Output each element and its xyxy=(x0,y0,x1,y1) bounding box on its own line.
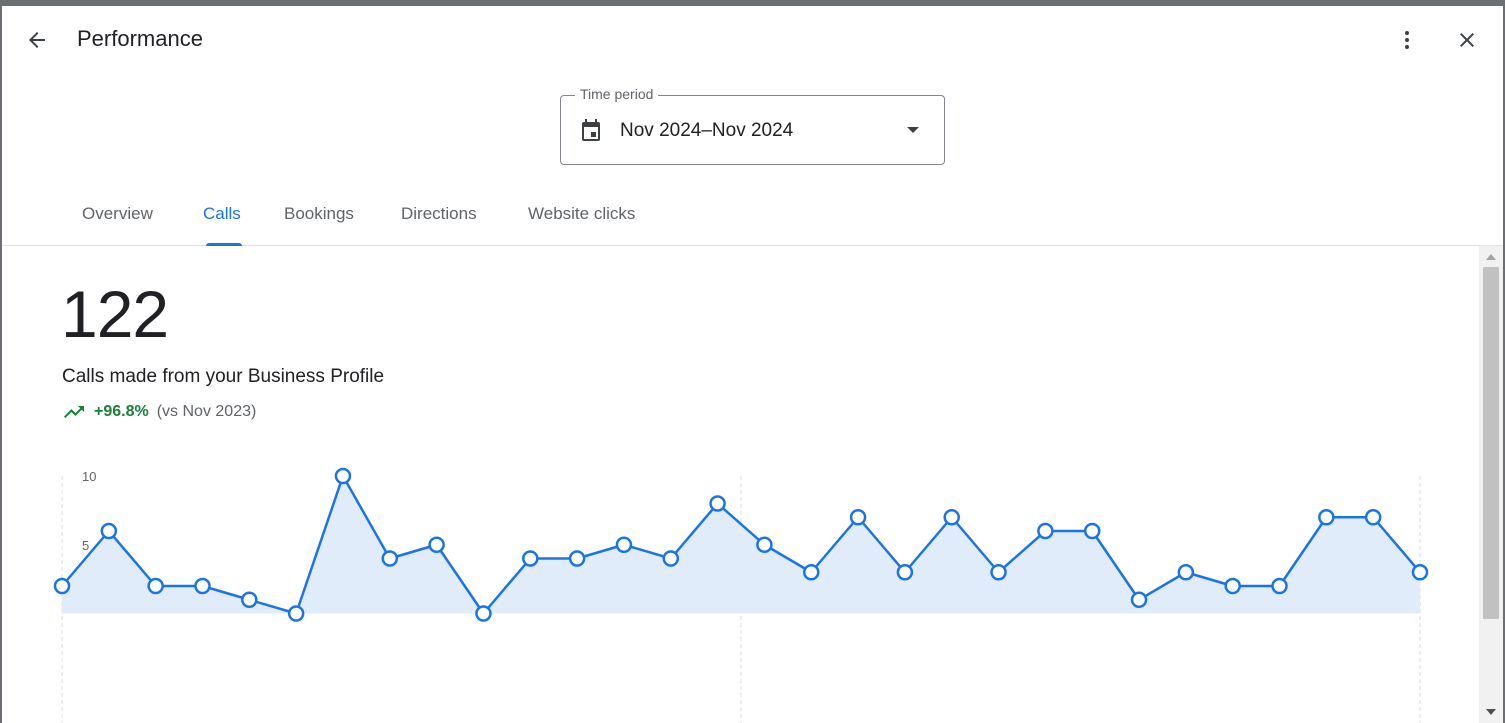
chart-point xyxy=(475,605,492,622)
close-button[interactable] xyxy=(1447,20,1487,60)
chart-point xyxy=(568,550,586,567)
arrow-back-icon xyxy=(29,32,45,48)
page-title: Performance xyxy=(77,26,203,51)
dialog-header: Performance xyxy=(2,6,1503,74)
trend-change: +96.8% xyxy=(94,403,149,420)
trend-comparison: (vs Nov 2023) xyxy=(156,403,257,420)
time-period-select[interactable]: Time period Nov 2024–Nov 2024 xyxy=(560,86,945,165)
chart-point xyxy=(802,564,820,581)
calls-panel: 122 Calls made from your Business Profil… xyxy=(2,246,1478,723)
scroll-down-arrow[interactable] xyxy=(1486,709,1496,715)
time-period-value: Nov 2024–Nov 2024 xyxy=(620,120,794,141)
tab-overview[interactable]: Overview xyxy=(82,204,153,224)
chart-point xyxy=(381,550,399,567)
dropdown-caret-icon xyxy=(907,127,919,133)
calls-description: Calls made from your Business Profile xyxy=(62,366,385,387)
tab-directions[interactable]: Directions xyxy=(401,204,477,224)
chart-point xyxy=(615,536,633,553)
trending-up-icon xyxy=(64,406,84,418)
chart-point xyxy=(287,605,305,622)
chart-point xyxy=(1083,522,1101,540)
chart-point xyxy=(522,550,539,567)
chart-point xyxy=(194,577,211,595)
chart-point xyxy=(1318,509,1335,526)
calls-total: 122 xyxy=(61,277,169,351)
chart-area xyxy=(62,476,1420,614)
more-vert-icon xyxy=(1405,31,1409,49)
chart-point xyxy=(896,564,914,581)
chart-point xyxy=(1177,564,1195,581)
back-button[interactable] xyxy=(17,20,57,60)
scroll-up-arrow[interactable] xyxy=(1486,254,1496,260)
chart-point xyxy=(428,536,445,553)
tab-bar: Overview Calls Bookings Directions Websi… xyxy=(2,194,1503,246)
chart-point xyxy=(662,550,680,567)
chart-point xyxy=(100,522,118,540)
chart-point xyxy=(1037,522,1054,540)
trend-summary: +96.8% (vs Nov 2023) xyxy=(62,400,256,424)
tab-calls[interactable]: Calls xyxy=(203,204,241,224)
chart-point xyxy=(147,577,164,595)
performance-dialog: Performance Time period Nov 2024–Nov 202… xyxy=(2,6,1503,723)
chart-point xyxy=(241,591,258,608)
more-options-button[interactable] xyxy=(1387,20,1427,60)
chart-point xyxy=(1411,564,1429,581)
chart-point xyxy=(1224,577,1241,595)
chart-point xyxy=(849,509,867,526)
calendar-icon xyxy=(582,119,600,141)
time-period-label: Time period xyxy=(575,86,659,102)
chart-point xyxy=(756,536,773,553)
calls-chart: 10 5 xyxy=(53,467,1429,723)
chart-point xyxy=(709,495,726,512)
scroll-thumb[interactable] xyxy=(1483,267,1499,619)
chart-y-tick-label: 5 xyxy=(82,538,89,553)
chart-point xyxy=(1364,509,1382,526)
chart-point xyxy=(1130,591,1148,608)
chart-point xyxy=(53,577,71,595)
close-icon xyxy=(1460,33,1474,47)
chart-y-tick-label: 10 xyxy=(82,469,96,484)
chart-point xyxy=(943,509,960,526)
chart-point xyxy=(334,467,352,485)
chart-point xyxy=(990,564,1007,581)
tab-bookings[interactable]: Bookings xyxy=(284,204,354,224)
scrollbar[interactable] xyxy=(1479,246,1503,723)
tab-website-clicks[interactable]: Website clicks xyxy=(528,204,635,224)
chart-point xyxy=(1271,577,1288,595)
